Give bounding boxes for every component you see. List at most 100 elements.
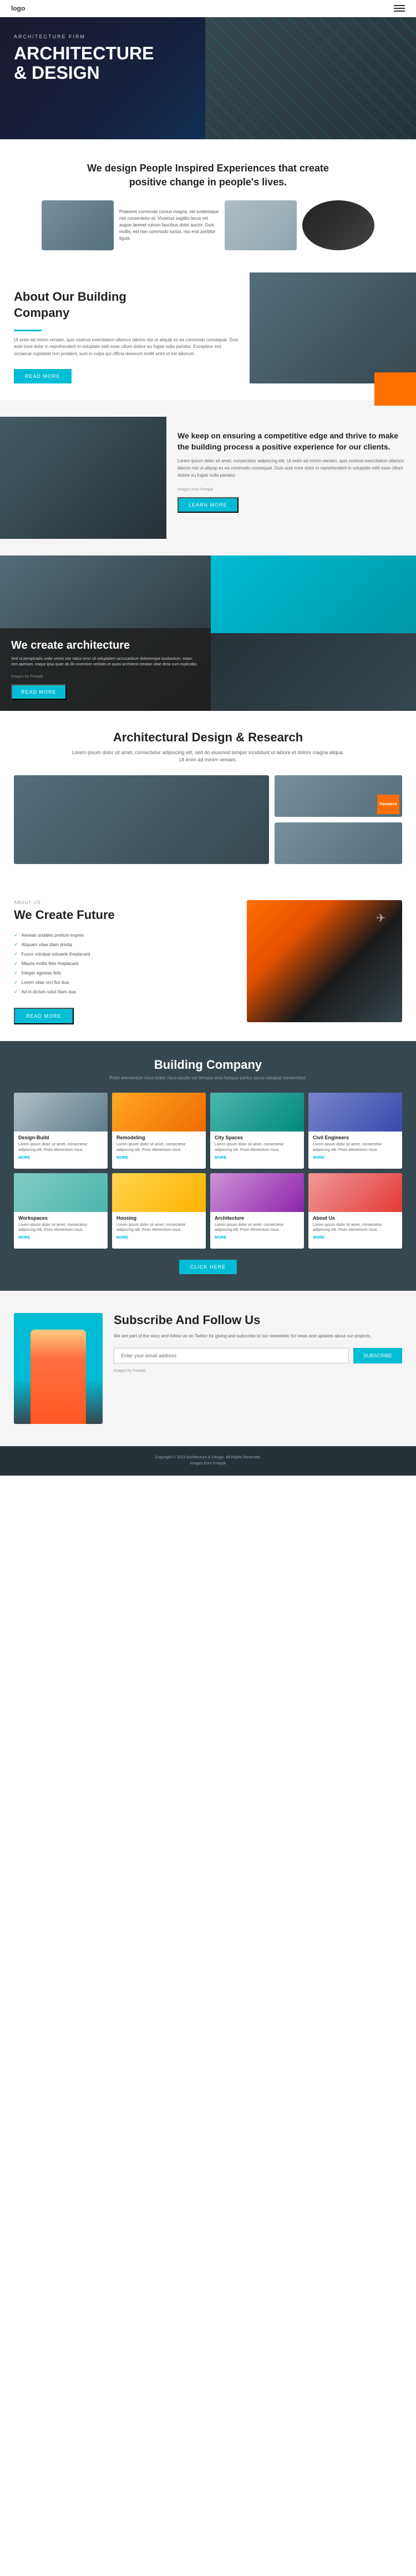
bc-card-text: Lorem ipsum dolor sit amet, consectetur … bbox=[116, 1142, 201, 1153]
bc-card-title: Housing bbox=[116, 1215, 201, 1221]
bc-card-text: Lorem ipsum dolor sit amet, consectetur … bbox=[18, 1142, 103, 1153]
bc-card-text: Lorem ipsum dolor sit amet, consectetur … bbox=[18, 1223, 103, 1234]
bc-card-body: Architecture Lorem ipsum dolor sit amet,… bbox=[210, 1212, 304, 1244]
we-create-dark-block bbox=[211, 633, 416, 711]
bc-card-title: Remodeling bbox=[116, 1135, 201, 1140]
about-image bbox=[250, 272, 416, 383]
future-label: ABOUT US bbox=[14, 900, 236, 905]
research-right: Research bbox=[275, 775, 402, 864]
future-list-item: Integer egestas felis bbox=[14, 968, 236, 978]
bc-card-more-link[interactable]: MORE bbox=[215, 1236, 300, 1240]
bc-card-text: Lorem ipsum dolor sit amet, consectetur … bbox=[313, 1223, 398, 1234]
header: logo bbox=[0, 0, 416, 17]
bc-card-image bbox=[14, 1173, 108, 1212]
bc-card-more-link[interactable]: MORE bbox=[18, 1156, 103, 1160]
inspired-image-glass bbox=[225, 200, 297, 250]
arch-research-body: Lorem ipsum dolor sit amet, consectetur … bbox=[69, 749, 347, 764]
bc-card-text: Lorem ipsum dolor sit amet, consectetur … bbox=[313, 1142, 398, 1153]
subscribe-title: Subscribe And Follow Us bbox=[114, 1313, 402, 1327]
research-row: Research bbox=[14, 775, 402, 864]
we-create-read-more-button[interactable]: READ MORE bbox=[11, 684, 67, 700]
we-create-section: We create architecture Sed ut perspiciat… bbox=[0, 555, 416, 711]
future-list: Aenean sodales pretium expresAliquam vit… bbox=[14, 931, 236, 997]
bc-card: Civil Engineers Lorem ipsum dolor sit am… bbox=[308, 1093, 402, 1169]
bc-card-body: City Spaces Lorem ipsum dolor sit amet, … bbox=[210, 1132, 304, 1163]
bc-card-more-link[interactable]: MORE bbox=[313, 1156, 398, 1160]
bc-card-body: Remodeling Lorem ipsum dolor sit amet, c… bbox=[112, 1132, 206, 1163]
bc-card-title: Architecture bbox=[215, 1215, 300, 1221]
future-left: ABOUT US We Create Future Aenean sodales… bbox=[14, 900, 236, 1024]
subscribe-inner: Subscribe And Follow Us We are part of t… bbox=[14, 1313, 402, 1424]
future-section: ABOUT US We Create Future Aenean sodales… bbox=[0, 883, 416, 1041]
future-read-more-button[interactable]: READ MORE bbox=[14, 1008, 74, 1024]
hero-subtitle: ARCHITECTURE FIRM bbox=[14, 34, 402, 39]
competitive-learn-more-button[interactable]: LEARN MORE bbox=[177, 497, 239, 513]
inspired-heading: We design People Inspired Experiences th… bbox=[69, 161, 347, 189]
we-create-right bbox=[211, 555, 416, 711]
about-accent bbox=[374, 372, 416, 406]
bc-card: About Us Lorem ipsum dolor sit amet, con… bbox=[308, 1173, 402, 1249]
competitive-section: We keep on ensuring a competitive edge a… bbox=[0, 400, 416, 555]
research-small-image-top: Research bbox=[275, 775, 402, 817]
subscribe-person-image bbox=[14, 1313, 103, 1424]
subscribe-button[interactable]: SUBSCRIBE bbox=[353, 1348, 402, 1363]
bc-card-more-link[interactable]: MORE bbox=[18, 1236, 103, 1240]
building-company-section: Building Company Proin elementum risus t… bbox=[0, 1041, 416, 1291]
bc-subtitle: Proin elementum risus tortor, risus iacu… bbox=[69, 1075, 347, 1082]
bc-title: Building Company bbox=[14, 1058, 402, 1072]
bc-grid: Design-Build Lorem ipsum dolor sit amet,… bbox=[14, 1093, 402, 1249]
bc-card-body: Workspaces Lorem ipsum dolor sit amet, c… bbox=[14, 1212, 108, 1244]
competitive-img-credit: Images from Freepik bbox=[177, 488, 405, 492]
competitive-image bbox=[0, 417, 166, 539]
subscribe-email-input[interactable] bbox=[114, 1348, 349, 1363]
bc-card-body: Design-Build Lorem ipsum dolor sit amet,… bbox=[14, 1132, 108, 1163]
bc-card-image bbox=[308, 1093, 402, 1132]
future-image: ✈ bbox=[247, 900, 402, 1022]
we-create-overlay: We create architecture Sed ut perspiciat… bbox=[0, 628, 211, 711]
bc-card-body: About Us Lorem ipsum dolor sit amet, con… bbox=[308, 1212, 402, 1244]
inspired-row: Praesent commodo cursus magna, vel scele… bbox=[14, 200, 402, 250]
hamburger-menu[interactable] bbox=[394, 5, 405, 12]
bc-card-text: Lorem ipsum dolor sit amet, consectetur … bbox=[215, 1142, 300, 1153]
future-list-item: Fusce volutpat voluaele theplacard bbox=[14, 949, 236, 959]
inspired-image-arch bbox=[42, 200, 114, 250]
bc-card-image bbox=[112, 1093, 206, 1132]
hero-content: ARCHITECTURE FIRM ARCHITECTURE & DESIGN bbox=[0, 17, 416, 99]
future-title: We Create Future bbox=[14, 908, 236, 922]
research-badge: Research bbox=[377, 795, 399, 814]
subscribe-content: Subscribe And Follow Us We are part of t… bbox=[114, 1313, 402, 1373]
future-list-item: Ad in dictum volut Nam dua bbox=[14, 987, 236, 997]
bc-card: Design-Build Lorem ipsum dolor sit amet,… bbox=[14, 1093, 108, 1169]
about-title: About Our Building Company bbox=[14, 289, 239, 321]
research-small-image-bottom bbox=[275, 822, 402, 864]
future-list-item: Lorem vitae orci flut dua bbox=[14, 978, 236, 987]
bc-card-image bbox=[112, 1173, 206, 1212]
logo: logo bbox=[11, 4, 25, 12]
subscribe-img-credit: Images by Freepik bbox=[114, 1369, 402, 1373]
bc-card-more-link[interactable]: MORE bbox=[215, 1156, 300, 1160]
we-create-img-credit: Images by Freepik bbox=[11, 675, 200, 679]
bc-header: Building Company Proin elementum risus t… bbox=[14, 1058, 402, 1082]
competitive-heading: We keep on ensuring a competitive edge a… bbox=[177, 431, 405, 452]
bc-card-body: Housing Lorem ipsum dolor sit amet, cons… bbox=[112, 1212, 206, 1244]
bc-card-more-link[interactable]: MORE bbox=[116, 1236, 201, 1240]
we-create-cyan-block bbox=[211, 555, 416, 633]
competitive-content: We keep on ensuring a competitive edge a… bbox=[166, 417, 416, 539]
we-create-left: We create architecture Sed ut perspiciat… bbox=[0, 555, 211, 711]
hero-title: ARCHITECTURE & DESIGN bbox=[14, 44, 402, 83]
about-left: About Our Building Company Ut enim ad mi… bbox=[0, 272, 250, 400]
inspired-section: We design People Inspired Experiences th… bbox=[0, 139, 416, 272]
bc-card-text: Lorem ipsum dolor sit amet, consectetur … bbox=[215, 1223, 300, 1234]
bc-card: Architecture Lorem ipsum dolor sit amet,… bbox=[210, 1173, 304, 1249]
bc-card-image bbox=[210, 1173, 304, 1212]
subscribe-section: Subscribe And Follow Us We are part of t… bbox=[0, 1291, 416, 1446]
bc-click-here-button[interactable]: CLICK HERE bbox=[179, 1260, 237, 1274]
section-divider bbox=[14, 330, 42, 331]
about-read-more-button[interactable]: READ MORE bbox=[14, 369, 72, 383]
footer: Copyright © 2023 Architecture & Design. … bbox=[0, 1446, 416, 1475]
we-create-title: We create architecture bbox=[11, 639, 200, 652]
bc-card-more-link[interactable]: MORE bbox=[116, 1156, 201, 1160]
bc-card-more-link[interactable]: MORE bbox=[313, 1236, 398, 1240]
about-building-section: About Our Building Company Ut enim ad mi… bbox=[0, 272, 416, 400]
footer-credit: Images from Freepik bbox=[14, 1461, 402, 1467]
